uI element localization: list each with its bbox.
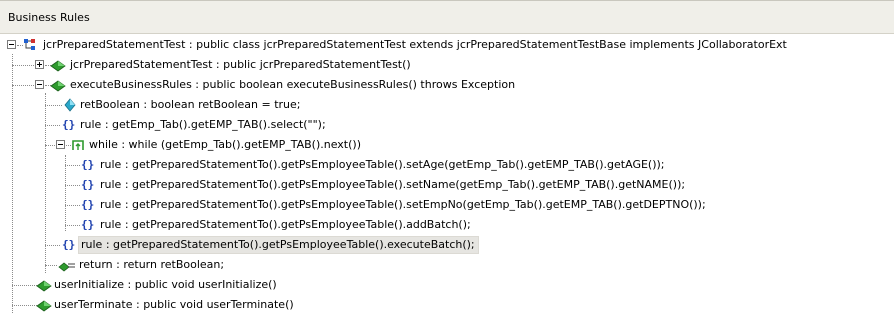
- userterminate-label[interactable]: userTerminate : public void userTerminat…: [54, 298, 294, 311]
- rule-braces-icon: {}: [62, 238, 76, 251]
- rule-braces-icon: {}: [81, 178, 95, 191]
- rule-label[interactable]: rule : getEmp_Tab().getEMP_TAB().select(…: [80, 118, 326, 131]
- panel-header: Business Rules: [0, 0, 894, 34]
- tree-row-rule[interactable]: {} rule : getPreparedStatementTo().getPs…: [0, 196, 894, 214]
- rule-label[interactable]: rule : getPreparedStatementTo().getPsEmp…: [100, 198, 706, 211]
- rule-braces-icon: {}: [81, 198, 95, 211]
- userinitialize-label[interactable]: userInitialize : public void userInitial…: [54, 278, 277, 291]
- method-label[interactable]: executeBusinessRules : public boolean ex…: [70, 78, 515, 91]
- tree-row-userterminate[interactable]: userTerminate : public void userTerminat…: [0, 296, 894, 314]
- method-icon: [50, 80, 66, 92]
- rule-label[interactable]: rule : getPreparedStatementTo().getPsEmp…: [100, 158, 665, 171]
- tree-row-rule-selected[interactable]: {} rule : getPreparedStatementTo().getPs…: [0, 236, 894, 254]
- tree-row-userinitialize[interactable]: userInitialize : public void userInitial…: [0, 276, 894, 294]
- tree-row-rule[interactable]: {} rule : getEmp_Tab().getEMP_TAB().sele…: [0, 116, 894, 134]
- panel-title: Business Rules: [8, 11, 90, 24]
- tree-row-rule[interactable]: {} rule : getPreparedStatementTo().getPs…: [0, 216, 894, 234]
- rule-label[interactable]: rule : getPreparedStatementTo().getPsEmp…: [100, 218, 471, 231]
- collapse-toggle[interactable]: [35, 80, 44, 89]
- while-label[interactable]: while : while (getEmp_Tab().getEMP_TAB()…: [89, 138, 361, 151]
- rule-braces-icon: {}: [81, 218, 95, 231]
- tree-row-constructor[interactable]: jcrPreparedStatementTest : public jcrPre…: [0, 56, 894, 74]
- rule-label-selected[interactable]: rule : getPreparedStatementTo().getPsEmp…: [78, 236, 479, 254]
- business-rules-tree[interactable]: jcrPreparedStatementTest : public class …: [0, 34, 894, 335]
- collapse-toggle[interactable]: [56, 140, 65, 149]
- tree-row-rule[interactable]: {} rule : getPreparedStatementTo().getPs…: [0, 176, 894, 194]
- constructor-label[interactable]: jcrPreparedStatementTest : public jcrPre…: [70, 58, 411, 71]
- tree-row-rule[interactable]: {} rule : getPreparedStatementTo().getPs…: [0, 156, 894, 174]
- rule-braces-icon: {}: [81, 158, 95, 171]
- collapse-toggle[interactable]: [7, 40, 16, 49]
- tree-row-return[interactable]: return : return retBoolean;: [0, 256, 894, 274]
- method-icon: [36, 300, 52, 312]
- variable-icon: [64, 98, 76, 112]
- rule-label[interactable]: rule : getPreparedStatementTo().getPsEmp…: [100, 178, 685, 191]
- method-icon: [36, 280, 52, 292]
- rule-braces-icon: {}: [62, 118, 76, 131]
- expand-toggle[interactable]: [35, 60, 44, 69]
- variable-label[interactable]: retBoolean : boolean retBoolean = true;: [80, 98, 300, 111]
- tree-row-class[interactable]: jcrPreparedStatementTest : public class …: [0, 36, 894, 54]
- while-loop-icon: [72, 140, 84, 150]
- class-icon: [24, 39, 35, 50]
- tree-row-method[interactable]: executeBusinessRules : public boolean ex…: [0, 76, 894, 94]
- class-label[interactable]: jcrPreparedStatementTest : public class …: [43, 38, 787, 51]
- return-icon: [58, 262, 75, 272]
- tree-row-variable[interactable]: retBoolean : boolean retBoolean = true;: [0, 96, 894, 114]
- method-icon: [50, 60, 66, 72]
- return-label[interactable]: return : return retBoolean;: [79, 258, 224, 271]
- tree-row-while[interactable]: while : while (getEmp_Tab().getEMP_TAB()…: [0, 136, 894, 154]
